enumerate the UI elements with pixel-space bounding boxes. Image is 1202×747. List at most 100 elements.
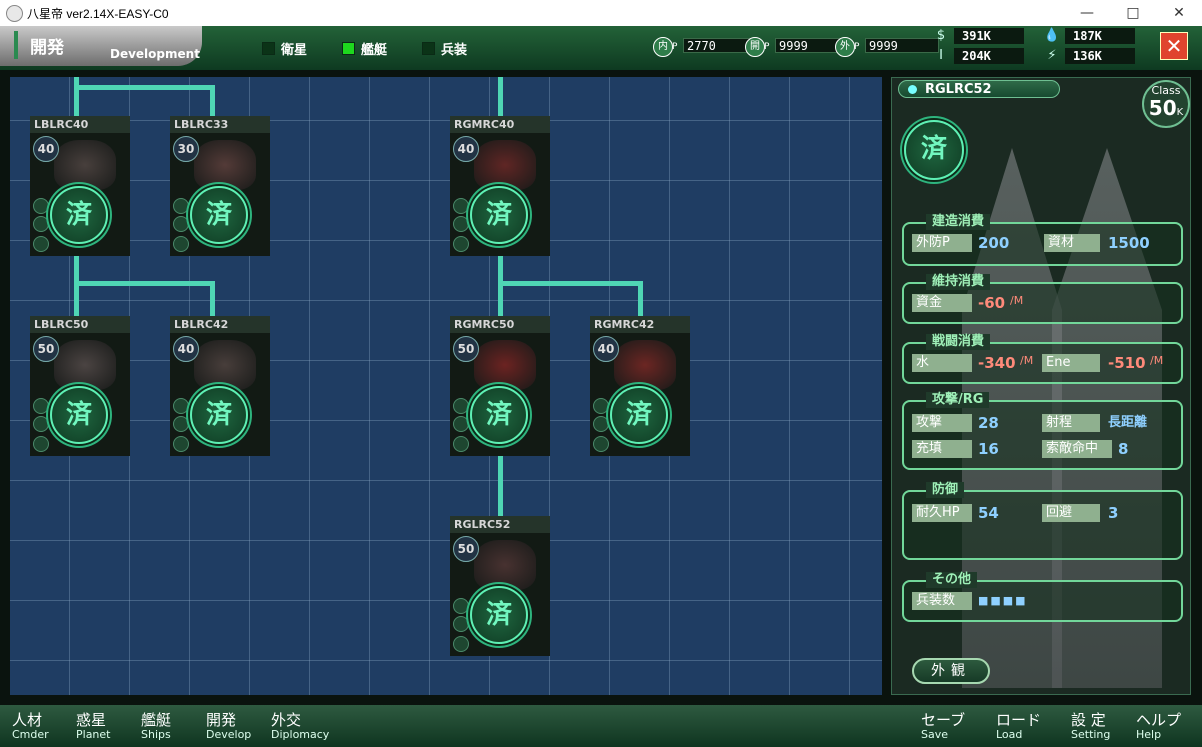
menu-label-en: Develop	[206, 728, 252, 741]
energy-icon	[453, 436, 469, 452]
menu-diplomacy[interactable]: 外交 Diplomacy	[271, 711, 329, 741]
class-unit: K	[1176, 107, 1184, 118]
filter-label: 衛星	[281, 43, 308, 58]
developed-seal-icon: 済	[50, 386, 108, 444]
attack-section: 攻撃/RG 攻撃 28 射程 長距離 充填 16 索敵命中 8	[902, 392, 1183, 470]
ship-card[interactable]: RGLRC52 50 済	[450, 516, 550, 656]
stat-label: 外防P	[912, 234, 972, 252]
status-dot	[908, 85, 917, 94]
section-header: 攻撃/RG	[926, 392, 990, 408]
menu-label-en: Diplomacy	[271, 728, 330, 741]
section-header: 維持消費	[926, 274, 991, 290]
seal-char: 済	[625, 400, 652, 430]
stat-label: 索敵命中	[1042, 440, 1112, 458]
tree-connector	[498, 281, 643, 286]
energy-icon	[33, 436, 49, 452]
stat-value: -340	[978, 354, 1016, 372]
minimize-button[interactable]: —	[1064, 0, 1110, 26]
internal-points-icon: 内	[653, 37, 673, 57]
ship-hull-image	[54, 340, 116, 390]
diplomacy-points-icon: 外	[835, 37, 855, 57]
stat-label: Ene	[1042, 354, 1100, 372]
stat-label: 回避	[1042, 504, 1100, 522]
seal-char: 済	[205, 400, 232, 430]
develop-icon	[33, 416, 49, 432]
menu-label-en: Save	[921, 728, 949, 741]
menu-label-jp: 外交	[271, 711, 302, 729]
window-title-bar: 八星帝 ver2.14X-EASY-C0 — □ ✕	[0, 0, 1202, 26]
ship-card-name: LBLRC33	[170, 116, 270, 133]
develop-icon	[453, 616, 469, 632]
filter-checkbox[interactable]	[342, 42, 355, 55]
ship-hull-image	[474, 540, 536, 590]
tree-connector	[74, 281, 215, 286]
window-title: 八星帝 ver2.14X-EASY-C0	[27, 7, 169, 21]
ship-card[interactable]: LBLRC50 50 済	[30, 316, 130, 456]
stat-value: 28	[978, 414, 999, 432]
menu-save[interactable]: セーブ Save	[921, 711, 965, 741]
menu-develop[interactable]: 開発 Develop	[206, 711, 251, 741]
ship-class-badge: 40	[453, 136, 479, 162]
stat-label: 資材	[1044, 234, 1100, 252]
filter-satellite[interactable]: 衛星	[262, 39, 307, 58]
maximize-button[interactable]: □	[1110, 0, 1156, 26]
material-icon: I	[939, 48, 943, 63]
close-window-button[interactable]: ✕	[1156, 0, 1202, 26]
stat-value: 200	[978, 234, 1010, 252]
menu-cmder[interactable]: 人材 Cmder	[12, 711, 49, 741]
stat-label: 兵装数	[912, 592, 972, 610]
stat-label: 耐久HP	[912, 504, 972, 522]
funds-resource: $ 391K	[932, 27, 1027, 44]
ship-card[interactable]: RGMRC40 40 済	[450, 116, 550, 256]
menu-label-jp: ヘルプ	[1136, 711, 1182, 729]
money-icon	[453, 198, 469, 214]
menu-planet[interactable]: 惑星 Planet	[76, 711, 110, 741]
energy-icon	[453, 636, 469, 652]
menu-ships[interactable]: 艦艇 Ships	[141, 711, 171, 741]
diplomacy-points-value: 9999	[865, 38, 939, 53]
ship-class-badge: 30	[173, 136, 199, 162]
selected-ship-name: RGLRC52	[898, 80, 1060, 98]
stat-label: 攻撃	[912, 414, 972, 432]
ship-card[interactable]: RGMRC50 50 済	[450, 316, 550, 456]
menu-setting[interactable]: 設 定 Setting	[1071, 711, 1110, 741]
filter-checkbox[interactable]	[262, 42, 275, 55]
filter-weapons[interactable]: 兵装	[422, 39, 467, 58]
ship-card[interactable]: LBLRC40 40 済	[30, 116, 130, 256]
ship-card[interactable]: LBLRC33 30 済	[170, 116, 270, 256]
section-header: 戦闘消費	[926, 334, 991, 350]
ship-detail-panel: RGLRC52 Class 50K 済 建造消費 外防P 200 資材 1500…	[891, 77, 1191, 695]
develop-icon	[453, 416, 469, 432]
section-marker	[14, 31, 18, 59]
filter-ships[interactable]: 艦艇	[342, 39, 387, 58]
filter-label: 艦艇	[361, 43, 388, 58]
money-icon	[33, 398, 49, 414]
defense-section: 防御 耐久HP 54 回避 3	[902, 482, 1183, 560]
stat-value: -60	[978, 294, 1006, 312]
ship-card[interactable]: RGMRC42 40 済	[590, 316, 690, 456]
appearance-button[interactable]: 外観	[912, 658, 990, 684]
money-icon	[453, 598, 469, 614]
battle-cost-section: 戦闘消費 水 -340 /M Ene -510 /M	[902, 334, 1183, 384]
top-header: 開発 Development 衛星 艦艇 兵装 内 P 2770 開 P 999…	[0, 26, 1202, 70]
seal-char: 済	[485, 600, 512, 630]
filter-checkbox[interactable]	[422, 42, 435, 55]
develop-icon	[453, 216, 469, 232]
ship-class-badge: 40	[173, 336, 199, 362]
ship-hull-image	[614, 340, 676, 390]
seal-char: 済	[485, 400, 512, 430]
menu-label-jp: ロード	[996, 711, 1042, 729]
ship-hull-image	[54, 140, 116, 190]
stat-value: 3	[1108, 504, 1119, 522]
close-screen-button[interactable]: ✕	[1160, 32, 1188, 60]
stat-unit: /M	[1020, 354, 1034, 367]
tree-connector	[498, 456, 503, 516]
points-suffix: P	[672, 42, 678, 52]
menu-help[interactable]: ヘルプ Help	[1136, 711, 1181, 741]
ship-card-name: RGLRC52	[450, 516, 550, 533]
energy-icon	[33, 236, 49, 252]
develop-icon	[33, 216, 49, 232]
menu-load[interactable]: ロード Load	[996, 711, 1041, 741]
ship-card[interactable]: LBLRC42 40 済	[170, 316, 270, 456]
material-resource: I 204K	[932, 47, 1027, 64]
